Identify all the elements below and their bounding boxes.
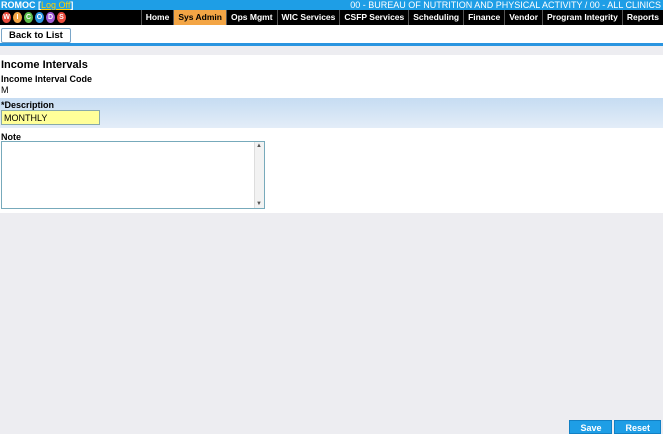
nav-item-wic-services[interactable]: WIC Services [276,10,340,25]
page-title: Income Intervals [1,59,88,71]
logo-letter: S [57,12,66,23]
logo-letter: D [46,12,55,23]
reset-button[interactable]: Reset [614,420,661,434]
logo-letter: I [13,12,22,23]
toolbar: Back to List [0,25,663,46]
user-info: ROMOC [Log Off] [1,0,74,10]
nav-item-ops-mgmt[interactable]: Ops Mgmt [225,10,277,25]
organization-label: 00 - BUREAU OF NUTRITION AND PHYSICAL AC… [350,0,661,10]
form-actions: Save Reset [569,420,661,434]
nav-item-home[interactable]: Home [140,10,174,25]
nav-item-vendor[interactable]: Vendor [504,10,542,25]
app-logo: WICODS [2,10,74,25]
note-scrollbar[interactable]: ▲ ▼ [254,142,264,208]
logo-letter: O [35,12,44,23]
income-interval-code-label: Income Interval Code [1,74,93,84]
back-to-list-button[interactable]: Back to List [1,28,71,43]
income-interval-code-value: M [1,85,9,95]
form-panel: Income Intervals Income Interval Code M … [0,55,663,213]
logo-letter: C [24,12,33,23]
description-label: *Description [1,100,55,110]
logo-letter: W [2,12,11,23]
nav-menu: Home Sys Admin Ops Mgmt WIC Services CSFP Se… [140,10,663,25]
main-nav: WICODS Home Sys Admin Ops Mgmt WIC Services… [0,10,663,25]
nav-item-program-integrity[interactable]: Program Integrity [542,10,622,25]
nav-item-sys-admin[interactable]: Sys Admin [173,10,226,25]
scroll-up-icon[interactable]: ▲ [256,143,262,149]
logoff-link[interactable]: Log Off [41,0,70,10]
scroll-down-icon[interactable]: ▼ [256,201,262,207]
username: ROMOC [1,0,36,10]
nav-item-finance[interactable]: Finance [463,10,504,25]
nav-item-reports[interactable]: Reports [621,10,663,25]
nav-item-scheduling[interactable]: Scheduling [408,10,463,25]
top-bar: ROMOC [Log Off] 00 - BUREAU OF NUTRITION… [0,0,663,10]
note-textarea[interactable]: ▲ ▼ [1,141,265,209]
nav-item-csfp-services[interactable]: CSFP Services [339,10,408,25]
description-input[interactable] [1,110,100,125]
save-button[interactable]: Save [569,420,613,434]
description-row: *Description [0,98,663,128]
